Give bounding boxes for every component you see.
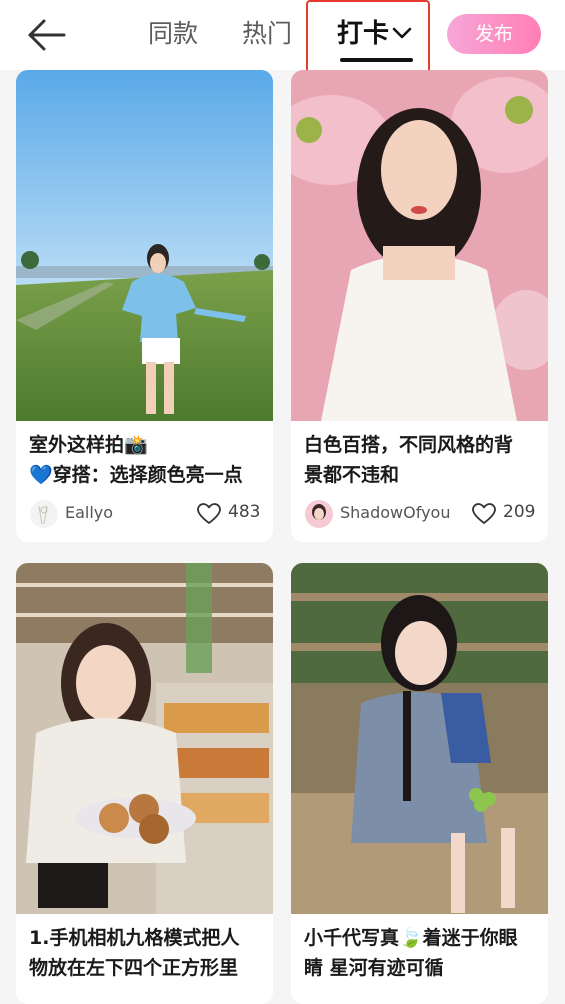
post-title-line: 室外这样拍📸 [29, 434, 148, 456]
heart-icon[interactable] [472, 503, 496, 525]
tab-popular[interactable]: 热门 [242, 16, 292, 52]
feed-card[interactable]: 小千代写真🍃着迷于你眼 睛 星河有迹可循 [291, 563, 548, 1004]
tab-highlight-box [306, 0, 430, 76]
card-footer: ShadowOfyou 209 [291, 500, 548, 540]
post-title-line: 白色百搭，不同风格的背 [304, 434, 514, 456]
top-nav-bar: 同款 热门 打卡 发布 [0, 0, 565, 76]
feed-card[interactable]: 白色百搭，不同风格的背 景都不违和 ShadowOfyou 209 [291, 70, 548, 542]
heart-icon[interactable] [197, 503, 221, 525]
post-title[interactable]: 室外这样拍📸 💙穿搭：选择颜色亮一点 [29, 430, 267, 490]
tab-same-style[interactable]: 同款 [148, 16, 198, 52]
post-title-line: 物放在左下四个正方形里 [29, 957, 239, 979]
avatar[interactable] [305, 500, 333, 528]
post-title-line: 💙穿搭：选择颜色亮一点 [29, 464, 243, 486]
like-count: 483 [228, 502, 261, 522]
back-arrow-icon[interactable] [26, 16, 68, 54]
feed-card[interactable]: 1.手机相机九格模式把人 物放在左下四个正方形里 [16, 563, 273, 1004]
publish-button[interactable]: 发布 [447, 14, 541, 54]
author-name[interactable]: Eallyo [65, 503, 113, 522]
post-title[interactable]: 小千代写真🍃着迷于你眼 睛 星河有迹可循 [304, 923, 542, 983]
avatar[interactable] [30, 500, 58, 528]
card-footer: Eallyo 483 [16, 500, 273, 540]
post-title[interactable]: 1.手机相机九格模式把人 物放在左下四个正方形里 [29, 923, 267, 983]
post-photo[interactable] [291, 70, 548, 421]
post-title-line: 景都不违和 [304, 464, 400, 486]
like-count: 209 [503, 502, 536, 522]
feed-card[interactable]: 室外这样拍📸 💙穿搭：选择颜色亮一点 Eallyo 483 [16, 70, 273, 542]
author-name[interactable]: ShadowOfyou [340, 503, 450, 522]
post-title-line: 小千代写真🍃着迷于你眼 [304, 927, 518, 949]
post-title-line: 睛 星河有迹可循 [304, 957, 444, 979]
post-photo[interactable] [291, 563, 548, 914]
post-title[interactable]: 白色百搭，不同风格的背 景都不违和 [304, 430, 542, 490]
post-photo[interactable] [16, 563, 273, 914]
post-photo[interactable] [16, 70, 273, 421]
post-title-line: 1.手机相机九格模式把人 [29, 927, 240, 949]
